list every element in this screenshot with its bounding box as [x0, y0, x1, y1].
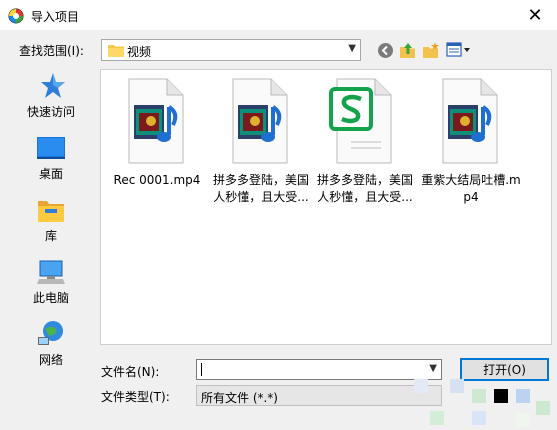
place-label: 此电脑: [32, 291, 69, 305]
place-desktop[interactable]: 桌面: [8, 131, 94, 191]
view-menu-icon: [446, 42, 470, 57]
video-file-icon: [128, 78, 184, 164]
file-name: Rec 0001.mp4: [113, 173, 201, 187]
title-bar: 导入项目 ✕: [0, 0, 557, 31]
network-icon: [38, 321, 63, 345]
filename-label: 文件名(N):: [101, 365, 160, 379]
star-icon: [41, 73, 65, 98]
place-network[interactable]: 网络: [8, 317, 94, 377]
close-button[interactable]: ✕: [513, 0, 557, 31]
view-menu-button[interactable]: [445, 40, 473, 60]
lookin-label: 查找范围(I):: [19, 44, 84, 58]
place-label: 快速访问: [26, 105, 75, 119]
place-label: 桌面: [38, 167, 63, 181]
computer-icon: [37, 260, 65, 284]
file-list[interactable]: Rec 0001.mp4 拼多多登陆，美国人秒懂，且大受... 拼多多登陆，美国…: [100, 69, 552, 345]
video-file-icon: [442, 78, 498, 164]
chevron-down-icon: ▼: [348, 43, 356, 54]
file-item[interactable]: 拼多多登陆，美国人秒懂，且大受...: [211, 74, 311, 204]
file-dialog: 查找范围(I): 视频 ▼ 快速访问 桌面 库 此电脑 网络 Rec 0001.…: [0, 31, 557, 430]
file-name: 拼多多登陆，美国人秒懂，且大受...: [316, 173, 413, 204]
place-label: 网络: [38, 353, 63, 367]
file-item[interactable]: 拼多多登陆，美国人秒懂，且大受...: [315, 74, 415, 204]
new-folder-button[interactable]: [421, 40, 441, 60]
filename-input[interactable]: ▼: [196, 359, 442, 380]
desktop-icon: [37, 137, 65, 159]
places-bar: 快速访问 桌面 库 此电脑 网络: [8, 69, 94, 367]
library-icon: [38, 201, 64, 222]
place-label: 库: [44, 229, 57, 243]
pixelated-overlay: [410, 371, 557, 430]
video-file-icon: [232, 78, 288, 164]
file-item[interactable]: Rec 0001.mp4: [107, 74, 207, 204]
up-folder-icon: [400, 43, 415, 58]
wps-document-icon: [329, 78, 392, 164]
window-title: 导入项目: [31, 10, 80, 24]
file-name: 拼多多登陆，美国人秒懂，且大受...: [212, 173, 309, 204]
place-quick-access[interactable]: 快速访问: [8, 69, 94, 129]
filetype-label: 文件类型(T):: [101, 390, 170, 404]
back-button[interactable]: [375, 40, 395, 60]
app-logo-icon: [8, 8, 24, 24]
lookin-value: 视频: [127, 45, 152, 59]
filetype-dropdown[interactable]: 所有文件 (*.*): [196, 385, 442, 406]
file-name: 重紫大结局吐槽.mp4: [421, 173, 521, 204]
up-folder-button[interactable]: [398, 40, 418, 60]
file-item[interactable]: 重紫大结局吐槽.mp4: [421, 74, 521, 204]
close-icon: ✕: [527, 5, 543, 26]
place-library[interactable]: 库: [8, 193, 94, 253]
text-caret: [201, 363, 202, 376]
folder-icon: [108, 45, 124, 57]
filetype-value: 所有文件 (*.*): [201, 391, 278, 405]
new-folder-icon: [423, 42, 439, 58]
lookin-dropdown[interactable]: 视频 ▼: [101, 39, 361, 61]
back-icon: [377, 42, 393, 58]
place-this-pc[interactable]: 此电脑: [8, 255, 94, 315]
